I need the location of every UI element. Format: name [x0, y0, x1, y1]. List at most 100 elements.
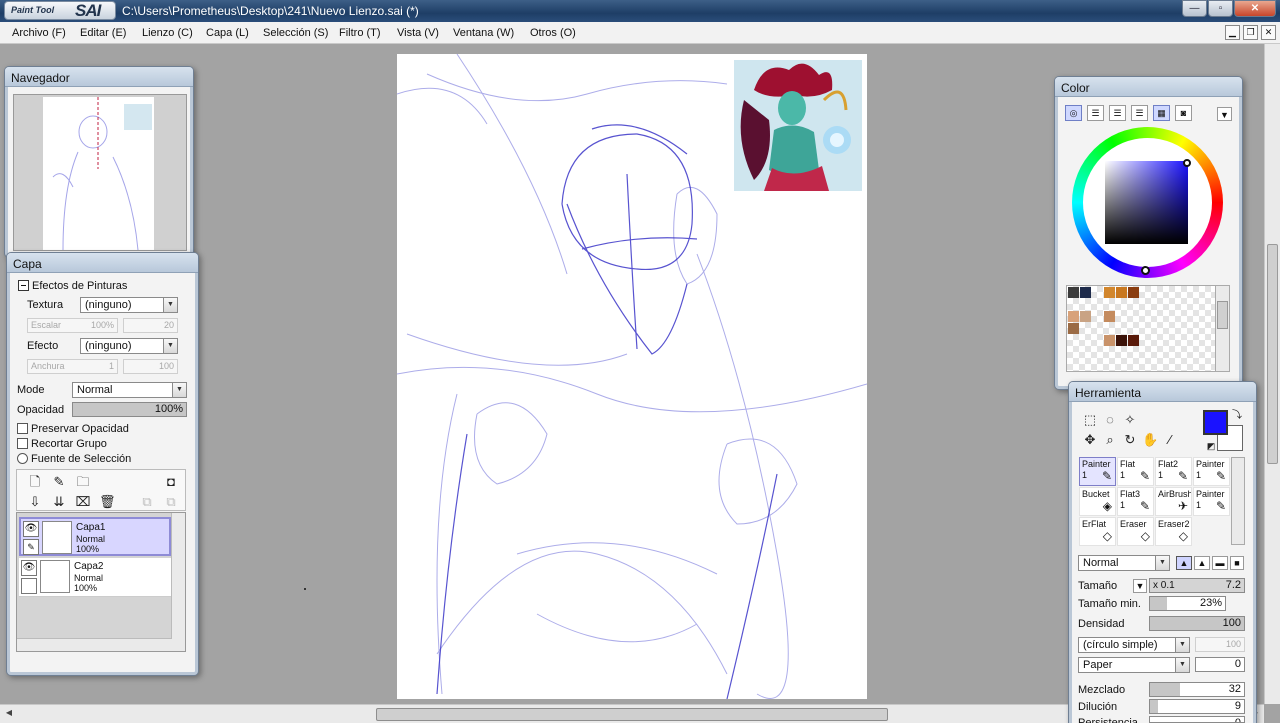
color-wheel-mode-icon[interactable]: ◎ [1065, 105, 1082, 121]
layer-list-vertical-scrollbar[interactable] [171, 513, 185, 651]
swatch[interactable] [1104, 287, 1115, 298]
menu-filtro[interactable]: Filtro (T) [339, 27, 381, 39]
new-layer-icon[interactable]: 🗋 [27, 474, 43, 490]
new-vector-layer-icon[interactable]: ✎ [51, 474, 67, 490]
drawing-canvas[interactable] [397, 54, 867, 699]
swatch-scroll-thumb[interactable] [1217, 301, 1228, 329]
swap-colors-icon[interactable]: ⤵ [1229, 408, 1245, 424]
swatch[interactable] [1068, 323, 1079, 334]
doc-restore-button[interactable]: ❐ [1243, 25, 1258, 40]
rotate-icon[interactable]: ↻ [1122, 432, 1138, 448]
brush-flat2[interactable]: Flat2 1 ✎ [1155, 457, 1192, 486]
brush-erflat[interactable]: ErFlat ◇ [1079, 517, 1116, 546]
min-size-slider[interactable]: 23% [1149, 596, 1226, 611]
eye-icon[interactable]: 👁 [21, 560, 37, 576]
menu-ventana[interactable]: Ventana (W) [453, 27, 514, 39]
size-slider[interactable]: x 0.1 7.2 [1149, 578, 1245, 593]
doc-minimize-button[interactable]: ▁ [1225, 25, 1240, 40]
preserve-opacity-checkbox[interactable]: Preservar Opacidad [17, 423, 129, 435]
eyedropper-icon[interactable]: ⁄ [1162, 432, 1178, 448]
rgb-slider-mode-icon[interactable]: ☰ [1087, 105, 1104, 121]
blend-slider[interactable]: 32 [1149, 682, 1245, 697]
hand-icon[interactable]: ✋ [1142, 432, 1158, 448]
brush-lock-icon[interactable]: ✎ [23, 539, 39, 555]
zoom-icon[interactable]: ⌕ [1102, 432, 1118, 448]
merge-down-icon[interactable]: ⇊ [51, 494, 67, 510]
brush-grid-scrollbar[interactable] [1231, 457, 1245, 545]
layer-panel-title[interactable]: Capa [7, 253, 198, 273]
swatch[interactable] [1080, 287, 1091, 298]
layer-mask-icon[interactable]: ◘ [163, 474, 179, 490]
swatch[interactable] [1104, 311, 1115, 322]
scratchpad-mode-icon[interactable]: ◙ [1175, 105, 1192, 121]
effect-select[interactable]: (ninguno) ▼ [80, 338, 178, 354]
menu-otros[interactable]: Otros (O) [530, 27, 576, 39]
brush-shape-select[interactable]: (círculo simple) ▼ [1078, 637, 1190, 653]
swatch-mode-icon[interactable]: ▦ [1153, 105, 1170, 121]
dilution-slider[interactable]: 9 [1149, 699, 1245, 714]
radio-icon[interactable] [17, 453, 28, 464]
swatch[interactable] [1128, 287, 1139, 298]
brush-eraser2[interactable]: Eraser2 ◇ [1155, 517, 1192, 546]
swatch[interactable] [1128, 335, 1139, 346]
brush-edge-hard-icon[interactable]: ▲ [1176, 556, 1192, 570]
hsv-slider-mode-icon[interactable]: ☰ [1109, 105, 1126, 121]
menu-vista[interactable]: Vista (V) [397, 27, 439, 39]
brush-edge-flat-icon[interactable]: ■ [1230, 556, 1244, 570]
swatch-scrollbar[interactable] [1215, 285, 1230, 372]
brush-texture-amount[interactable]: 0 [1195, 657, 1245, 672]
magic-wand-icon[interactable]: ✧ [1122, 412, 1138, 428]
minimize-button[interactable]: — [1182, 0, 1207, 17]
move-icon[interactable]: ✥ [1082, 432, 1098, 448]
persistence-slider[interactable]: 0 [1149, 716, 1245, 723]
navigator-view[interactable] [13, 94, 187, 251]
swatch[interactable] [1104, 335, 1115, 346]
effects-header[interactable]: Efectos de Pinturas [18, 280, 127, 292]
menu-lienzo[interactable]: Lienzo (C) [142, 27, 193, 39]
color-panel-menu-icon[interactable]: ▼ [1217, 107, 1232, 121]
brush-eraser[interactable]: Eraser ◇ [1117, 517, 1154, 546]
size-multiplier-dropdown[interactable]: ▼ [1133, 579, 1147, 593]
swatch[interactable] [1068, 311, 1079, 322]
new-folder-icon[interactable]: 🗀 [75, 474, 91, 490]
lasso-icon[interactable]: ◌ [1102, 412, 1118, 428]
density-slider[interactable]: 100 [1149, 616, 1245, 631]
menu-capa[interactable]: Capa (L) [206, 27, 249, 39]
horizontal-scroll-thumb[interactable] [376, 708, 888, 721]
clip-group-checkbox[interactable]: Recortar Grupo [17, 438, 107, 450]
texture-select[interactable]: (ninguno) ▼ [80, 297, 178, 313]
brush-flat[interactable]: Flat 1 ✎ [1117, 457, 1154, 486]
brush-edge-soft-icon[interactable]: ▬ [1212, 556, 1228, 570]
swatch-grid[interactable] [1066, 285, 1216, 372]
brush-flat3[interactable]: Flat3 1 ✎ [1117, 487, 1154, 516]
vertical-scroll-thumb[interactable] [1267, 244, 1278, 464]
tool-panel-title[interactable]: Herramienta [1069, 382, 1256, 402]
sv-picker-marker[interactable] [1183, 159, 1191, 167]
scroll-left-arrow[interactable]: ◀ [2, 708, 16, 721]
brush-airbrush[interactable]: AirBrush ✈ [1155, 487, 1192, 516]
swatch[interactable] [1116, 335, 1127, 346]
brush-texture-select[interactable]: Paper ▼ [1078, 657, 1190, 673]
mix-slider-mode-icon[interactable]: ☰ [1131, 105, 1148, 121]
swatch[interactable] [1068, 287, 1079, 298]
transfer-down-icon[interactable]: ⇩ [27, 494, 43, 510]
navigator-title[interactable]: Navegador [5, 67, 193, 87]
reset-colors-icon[interactable]: ◩ [1203, 438, 1219, 454]
opacity-slider[interactable]: 100% [72, 402, 187, 417]
clear-layer-icon[interactable]: ⌧ [75, 494, 91, 510]
brush-bucket[interactable]: Bucket ◈ [1079, 487, 1116, 516]
swatch[interactable] [1116, 287, 1127, 298]
brush-painter-3[interactable]: Painter 1 ✎ [1193, 487, 1230, 516]
saturation-value-square[interactable] [1105, 161, 1188, 244]
rect-select-icon[interactable]: ⬚ [1082, 412, 1098, 428]
menu-seleccion[interactable]: Selección (S) [263, 27, 328, 39]
checkbox-icon[interactable] [17, 438, 28, 449]
selection-source-radio[interactable]: Fuente de Selección [17, 453, 131, 465]
checkbox-icon[interactable] [17, 423, 28, 434]
layer-row-capa1[interactable]: 👁 ✎ Capa1 Normal 100% [19, 517, 171, 556]
color-panel-title[interactable]: Color [1055, 77, 1242, 97]
eye-icon[interactable]: 👁 [23, 521, 39, 537]
doc-close-button[interactable]: ✕ [1261, 25, 1276, 40]
maximize-button[interactable]: ▫ [1208, 0, 1233, 17]
blend-mode-select[interactable]: Normal ▼ [72, 382, 187, 398]
